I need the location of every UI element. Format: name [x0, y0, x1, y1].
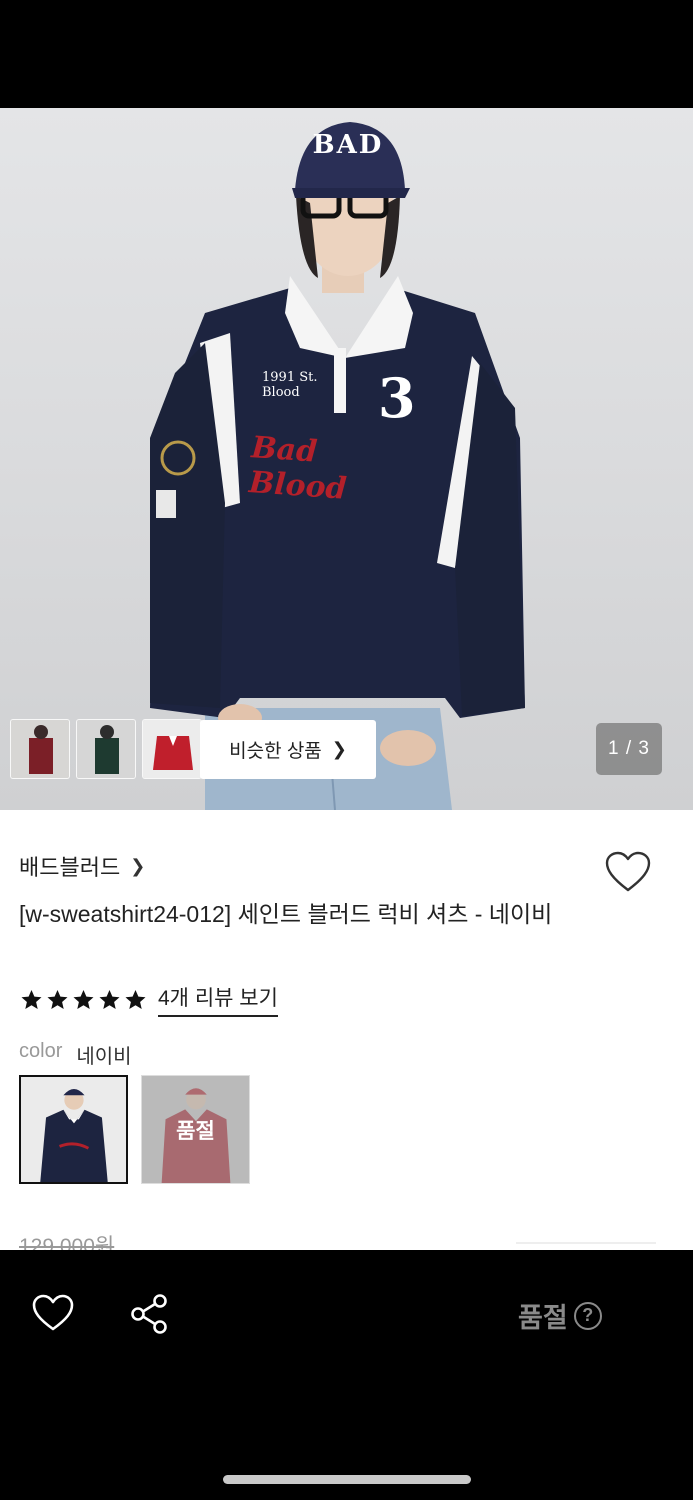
star-icon: [125, 989, 146, 1009]
help-icon[interactable]: ?: [573, 1301, 602, 1330]
similar-products-button[interactable]: 비슷한 상품 ❯: [200, 720, 376, 779]
soldout-overlay: 품절: [142, 1076, 249, 1183]
soldout-status: 품절 ?: [518, 1296, 602, 1335]
chest-patch-text: 1991 St. Blood: [262, 370, 318, 400]
original-price: 129,000원: [19, 1235, 115, 1250]
color-swatches: 품절: [19, 1075, 250, 1184]
star-icon: [73, 989, 94, 1009]
soldout-label: 품절: [518, 1303, 568, 1333]
image-page-counter: 1 / 3: [596, 723, 662, 775]
similar-products-label: 비슷한 상품: [229, 741, 322, 762]
screen: BAD 1991 St. Blood 3 Bad Blood 비슷한 상품 ❯ …: [0, 0, 693, 1500]
brand-name: 배드블러드: [19, 855, 121, 880]
color-label: color: [19, 1040, 63, 1062]
color-row: color 네이비: [19, 1040, 132, 1069]
cap-logo-text: BAD: [312, 130, 384, 160]
home-indicator: [223, 1475, 471, 1484]
star-icon: [21, 989, 42, 1009]
product-title: [w-sweatshirt24-012] 세인트 블러드 럭비 셔츠 - 네이비: [19, 901, 553, 927]
star-icon: [99, 989, 120, 1009]
heart-icon[interactable]: [31, 1292, 75, 1336]
product-image-gallery[interactable]: BAD 1991 St. Blood 3 Bad Blood 비슷한 상품 ❯ …: [0, 108, 693, 810]
star-icon: [47, 989, 68, 1009]
status-bar: [0, 0, 693, 108]
bottom-action-bar: 품절 ?: [0, 1250, 693, 1500]
chevron-right-icon: ❯: [130, 855, 146, 876]
product-info: 배드블러드 ❯ [w-sweatshirt24-012] 세인트 블러드 럭비 …: [0, 810, 693, 1250]
chest-number: 3: [378, 366, 416, 430]
share-icon[interactable]: [128, 1292, 172, 1336]
thumbnail-3[interactable]: [142, 719, 202, 779]
chevron-right-icon: ❯: [331, 739, 347, 759]
swatch-red-soldout[interactable]: 품절: [141, 1075, 250, 1184]
thumbnail-2[interactable]: [76, 719, 136, 779]
chest-script-logo: Bad Blood: [247, 430, 348, 507]
thumbnail-strip: [10, 719, 202, 779]
star-rating: [19, 988, 148, 1012]
brand-link[interactable]: 배드블러드 ❯: [19, 850, 145, 882]
review-link[interactable]: 4개 리뷰 보기: [158, 982, 278, 1017]
color-value: 네이비: [76, 1046, 132, 1068]
price-divider: [516, 1242, 656, 1250]
wishlist-heart-icon[interactable]: [604, 850, 652, 894]
swatch-navy[interactable]: [19, 1075, 128, 1184]
rating-row: 4개 리뷰 보기: [19, 982, 278, 1017]
thumbnail-1[interactable]: [10, 719, 70, 779]
